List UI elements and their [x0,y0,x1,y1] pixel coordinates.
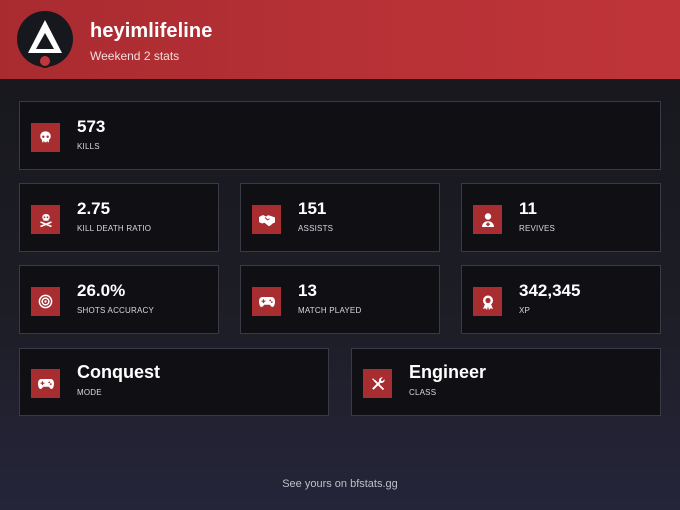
stat-label: XP [519,306,531,315]
medic-icon [481,212,494,227]
username: heyimlifeline [90,20,213,42]
stat-value: Engineer [409,362,487,382]
stat-card-xp: 342,345 XP [461,265,661,334]
stat-icon-box [31,369,60,398]
footer-link[interactable]: See yours on bfstats.gg [0,478,680,490]
wrench-screwdriver-icon [371,376,385,390]
stat-icon-box [473,287,502,316]
stat-label: ASSISTS [298,224,334,233]
stat-icon-box [31,287,60,316]
handshake-icon [258,214,275,226]
stat-card-accuracy: 26.0% SHOTS ACCURACY [19,265,219,334]
gamepad-icon [258,296,275,307]
stat-label: MATCH PLAYED [298,306,362,315]
stat-icon-box [252,205,281,234]
stat-label: KILL DEATH RATIO [77,224,152,233]
stat-card-revives: 11 REVIVES [461,183,661,252]
stat-value: 11 [519,199,537,218]
stat-label: SHOTS ACCURACY [77,306,155,315]
stat-label: MODE [77,388,102,397]
stat-label: REVIVES [519,224,556,233]
stat-icon-box [31,205,60,234]
stat-card-mode: Conquest MODE [19,348,329,416]
stat-value: 2.75 [77,199,111,218]
stat-icon-box [252,287,281,316]
stat-label: CLASS [409,388,437,397]
stat-label: KILLS [77,142,100,151]
stat-card-matches: 13 MATCH PLAYED [240,265,440,334]
stats-period-subtitle: Weekend 2 stats [90,49,180,63]
stat-value: 573 [77,117,106,136]
stat-card-kills: 573 KILLS [19,101,661,170]
stat-value: 342,345 [519,281,581,300]
stat-card-kd: 2.75 KILL DEATH RATIO [19,183,219,252]
gamepad-icon [37,378,54,389]
avatar [17,11,73,68]
target-icon [38,294,53,309]
stat-value: 13 [298,281,317,300]
skull-icon [40,131,51,143]
stat-icon-box [363,369,392,398]
stat-value: Conquest [77,362,160,382]
stat-icon-box [31,123,60,152]
avatar-status-dot [38,54,52,68]
stat-value: 26.0% [77,281,126,300]
stat-icon-box [473,205,502,234]
stat-value: 151 [298,199,327,218]
medal-icon [482,295,493,310]
skull-crossbones-icon [39,213,52,227]
stat-card-assists: 151 ASSISTS [240,183,440,252]
profile-header: heyimlifeline Weekend 2 stats [0,0,680,79]
stat-card-class: Engineer CLASS [351,348,661,416]
